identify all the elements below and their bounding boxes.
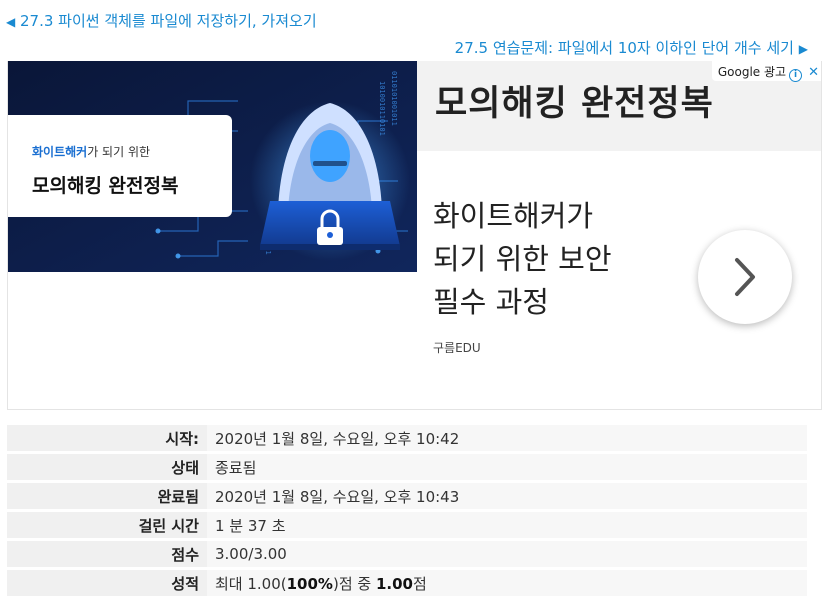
table-row: 걸린 시간 1 분 37 초	[7, 512, 807, 538]
ad-description-line: 되기 위한 보안	[433, 242, 612, 276]
row-value-time-taken: 1 분 37 초	[207, 512, 807, 538]
triangle-right-icon: ▶	[798, 42, 808, 56]
next-lesson-label: 27.5 연습문제: 파일에서 10자 이하인 단어 개수 세기	[454, 39, 794, 57]
table-row: 시작: 2020년 1월 8일, 수요일, 오후 10:42	[7, 425, 807, 451]
ad-image-card: 화이트해커가 되기 위한 모의해킹 완전정복	[8, 115, 232, 217]
close-icon[interactable]: ✕	[808, 65, 819, 80]
ad-image[interactable]: 1010010110101 0110101001011 10100101 화이트…	[8, 61, 417, 272]
prev-lesson-label: 27.3 파이썬 객체를 파일에 저장하기, 가져오기	[20, 12, 317, 30]
ad-description-line: 화이트해커가	[433, 199, 594, 233]
svg-text:0110101001011: 0110101001011	[390, 71, 398, 126]
ad-description-line: 필수 과정	[433, 285, 549, 319]
ad-image-subtitle: 화이트해커가 되기 위한	[32, 145, 151, 159]
ad-headline[interactable]: 모의해킹 완전정복	[435, 75, 714, 126]
ad-badge-label: Google 광고	[717, 65, 787, 79]
row-value-completed: 2020년 1월 8일, 수요일, 오후 10:43	[207, 483, 807, 509]
ad-choices-badge[interactable]: Google 광고 i ✕	[711, 61, 821, 82]
next-lesson-link[interactable]: 27.5 연습문제: 파일에서 10자 이하인 단어 개수 세기 ▶	[455, 37, 808, 58]
row-label-marks: 점수	[7, 541, 207, 567]
table-row: 상태 종료됨	[7, 454, 807, 480]
row-label-state: 상태	[7, 454, 207, 480]
row-label-grade: 성적	[7, 570, 207, 596]
ad-banner[interactable]: 1010010110101 0110101001011 10100101 화이트…	[7, 61, 822, 410]
chevron-right-icon	[735, 258, 755, 296]
info-icon[interactable]: i	[789, 69, 803, 82]
table-row: 성적 최대 1.00(100%)점 중 1.00점	[7, 570, 807, 596]
ad-image-title: 모의해킹 완전정복	[32, 175, 179, 197]
ad-headline-box[interactable]: 모의해킹 완전정복 Google 광고 i ✕	[417, 61, 821, 151]
table-row: 완료됨 2020년 1월 8일, 수요일, 오후 10:43	[7, 483, 807, 509]
ad-brand[interactable]: 구름EDU	[433, 339, 481, 356]
row-value-started: 2020년 1월 8일, 수요일, 오후 10:42	[207, 425, 807, 451]
row-value-grade: 최대 1.00(100%)점 중 1.00점	[207, 570, 807, 596]
row-label-completed: 완료됨	[7, 483, 207, 509]
row-label-time-taken: 걸린 시간	[7, 512, 207, 538]
triangle-left-icon: ◀	[6, 15, 16, 29]
prev-lesson-link[interactable]: ◀ 27.3 파이썬 객체를 파일에 저장하기, 가져오기	[6, 10, 317, 31]
row-label-started: 시작:	[7, 425, 207, 451]
table-row: 점수 3.00/3.00	[7, 541, 807, 567]
ad-description[interactable]: 화이트해커가 되기 위한 보안 필수 과정	[433, 195, 612, 324]
ad-open-button[interactable]	[698, 230, 792, 324]
row-value-state: 종료됨	[207, 454, 807, 480]
quiz-summary-table: 시작: 2020년 1월 8일, 수요일, 오후 10:42 상태 종료됨 완료…	[7, 422, 807, 599]
row-value-marks: 3.00/3.00	[207, 541, 807, 567]
